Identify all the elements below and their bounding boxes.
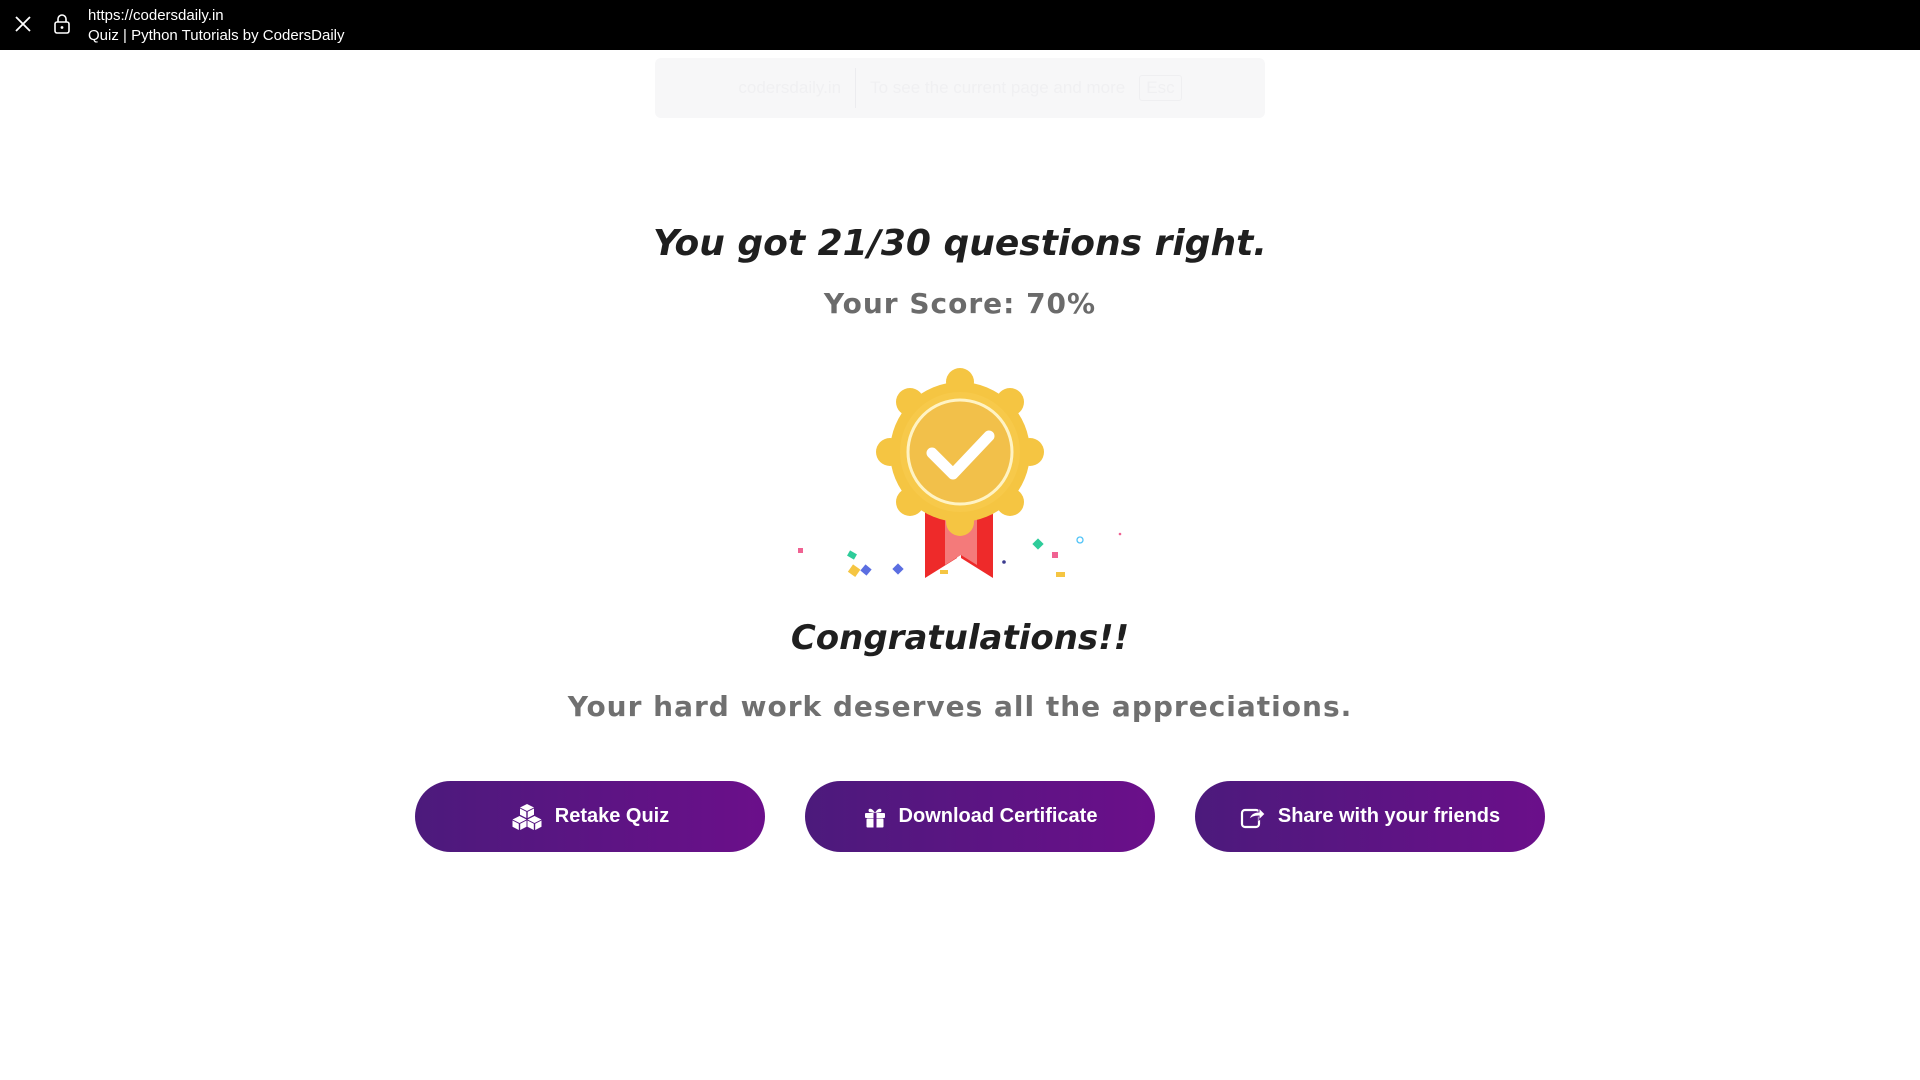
browser-topbar: https://codersdaily.in Quiz | Python Tut… [0,0,1920,50]
banner-divider [855,68,857,108]
url-text[interactable]: https://codersdaily.in [88,6,345,26]
congrats-subtitle: Your hard work deserves all the apprecia… [567,690,1353,723]
result-header: You got 21/30 questions right. [0,215,1920,273]
download-certificate-button[interactable]: Download Certificate [805,781,1155,852]
lock-icon [52,13,72,35]
download-certificate-label: Download Certificate [898,805,1098,827]
banner-site: codersdaily.in [738,78,842,97]
congrats-title: Congratulations!! [790,618,1130,658]
faded-banner: codersdaily.in To see the current page a… [655,58,1265,118]
retake-quiz-label: Retake Quiz [554,805,670,827]
result-headline: You got 21/30 questions right. [653,223,1267,264]
gift-icon [864,808,885,828]
medal-illustration [790,360,1130,590]
score-text: Your Score: 70% [823,287,1097,320]
share-with-friends-button[interactable]: Share with your friends [1195,781,1545,852]
share-icon [1240,806,1266,828]
page-title: Quiz | Python Tutorials by CodersDaily [88,27,345,44]
share-with-friends-label: Share with your friends [1277,805,1501,827]
banner-close-button[interactable]: Esc [1139,75,1182,101]
medal-badge [876,368,1044,536]
close-icon[interactable] [12,13,34,35]
cubes-icon [512,803,542,830]
retake-quiz-button[interactable]: Retake Quiz [415,781,765,852]
address-info: https://codersdaily.in Quiz | Python Tut… [88,6,345,46]
banner-message: To see the current page and more [870,78,1126,97]
